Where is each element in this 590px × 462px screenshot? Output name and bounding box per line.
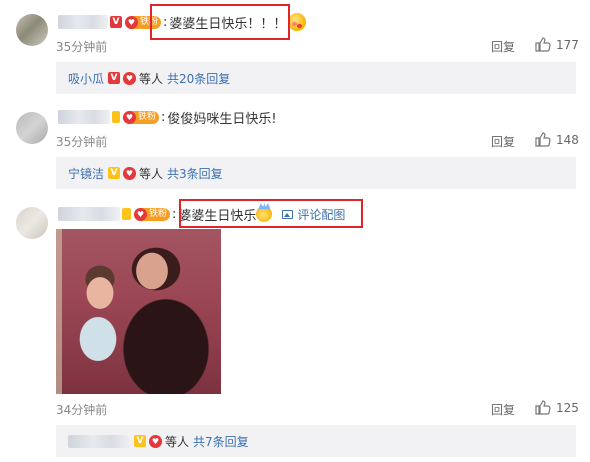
sub-reply-count[interactable]: 共3条回复 — [167, 165, 223, 182]
sub-replies[interactable]: 宁镜洁 V ♥ 等人 共3条回复 — [56, 157, 576, 189]
sub-replies[interactable]: 吸小瓜 V ♥ 等人 共20条回复 — [56, 62, 576, 94]
username-blurred[interactable] — [58, 15, 108, 29]
comment-time: 35分钟前 — [56, 135, 108, 149]
sub-reply-user[interactable]: 吸小瓜 — [68, 70, 104, 87]
highlight-box — [179, 199, 363, 228]
vip-icon: V — [108, 72, 121, 84]
vip-icon — [112, 111, 120, 123]
avatar[interactable] — [16, 14, 48, 46]
sub-replies[interactable]: V ♥ 等人 共7条回复 — [56, 425, 576, 457]
username-blurred[interactable] — [58, 110, 110, 124]
vip-icon — [122, 208, 131, 220]
sub-reply-user-blurred[interactable] — [68, 434, 130, 448]
colon: : — [172, 206, 177, 222]
like-button[interactable]: 148 — [535, 132, 579, 147]
thumbs-up-icon — [535, 132, 551, 147]
sub-reply-suffix: 等人 — [165, 434, 190, 449]
highlight-box — [150, 4, 290, 40]
avatar[interactable] — [16, 112, 48, 144]
fan-icon: ♥ — [149, 434, 162, 448]
sub-reply-suffix: 等人 — [139, 71, 164, 86]
thumbs-up-icon — [535, 37, 551, 52]
thumbs-up-icon — [535, 400, 551, 415]
like-button[interactable]: 125 — [535, 400, 579, 415]
comment-time: 34分钟前 — [56, 403, 108, 417]
colon: : — [161, 109, 166, 125]
like-count: 125 — [556, 400, 579, 415]
reply-button[interactable]: 回复 — [491, 401, 515, 418]
vip-icon: V — [110, 16, 122, 28]
username-blurred[interactable] — [58, 207, 120, 221]
vip-icon: V — [108, 167, 121, 179]
like-count: 148 — [556, 132, 579, 147]
fan-icon: ♥ — [123, 166, 137, 180]
sub-reply-suffix: 等人 — [139, 166, 164, 181]
comment-text: 俊俊妈咪生日快乐! — [167, 111, 277, 127]
fan-badge: ♥ 铁粉 — [134, 207, 171, 221]
fan-badge: ♥ 铁粉 — [123, 110, 160, 124]
sub-reply-count[interactable]: 共20条回复 — [167, 70, 230, 87]
comment-header: ♥ 铁粉 : 俊俊妈咪生日快乐! — [58, 107, 277, 127]
like-count: 177 — [556, 37, 579, 52]
vip-icon: V — [134, 435, 146, 447]
sub-reply-count[interactable]: 共7条回复 — [193, 433, 249, 450]
reply-button[interactable]: 回复 — [491, 133, 515, 150]
heart-eyes-emoji-icon — [288, 13, 307, 31]
reply-button[interactable]: 回复 — [491, 38, 515, 55]
comment-photo[interactable] — [56, 229, 221, 394]
fan-icon: ♥ — [123, 71, 137, 85]
comment-time: 35分钟前 — [56, 40, 108, 54]
avatar[interactable] — [16, 207, 48, 239]
sub-reply-user[interactable]: 宁镜洁 — [68, 165, 104, 182]
like-button[interactable]: 177 — [535, 37, 579, 52]
